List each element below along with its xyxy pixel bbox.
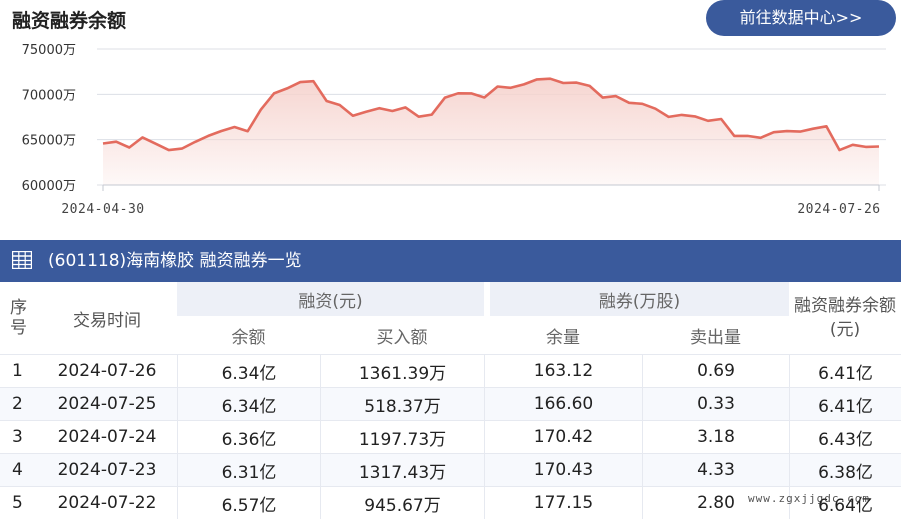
- cell-date: 2024-07-23: [37, 453, 177, 486]
- cell-financing-buy: 1317.43万: [320, 453, 484, 486]
- margin-balance-chart: 75000万 70000万 65000万 60000万 2024-04-30 2024-0…: [0, 36, 901, 226]
- cell-date: 2024-07-24: [37, 420, 177, 453]
- table-row: 3 2024-07-24 6.36亿 1197.73万 170.42 3.18 6.43亿: [0, 420, 901, 453]
- cell-financing-buy: 518.37万: [320, 387, 484, 420]
- header-financing-balance: 余额: [231, 327, 266, 348]
- data-center-button[interactable]: 前往数据中心>>: [706, 0, 896, 36]
- cell-financing-balance: 6.31亿: [177, 453, 320, 486]
- page-title: 融资融券余额: [12, 10, 127, 32]
- cell-index: 3: [0, 420, 37, 453]
- cell-total: 6.38亿: [789, 453, 901, 486]
- header-financing: 融资(元): [177, 282, 484, 316]
- cell-index: 4: [0, 453, 37, 486]
- cell-financing-balance: 6.57亿: [177, 486, 320, 519]
- chart-svg: 75000万 70000万 65000万 60000万 2024-04-30 2024-0…: [22, 43, 886, 217]
- header-index: 序号: [10, 298, 27, 338]
- cell-index: 2: [0, 387, 37, 420]
- y-tick-label: 70000万: [22, 88, 76, 103]
- cell-financing-buy: 1197.73万: [320, 420, 484, 453]
- cell-securities-sell: 0.33: [642, 387, 789, 420]
- cell-date: 2024-07-22: [37, 486, 177, 519]
- cell-securities-remaining: 177.15: [484, 486, 642, 519]
- cell-total: 6.41亿: [789, 387, 901, 420]
- cell-financing-buy: 1361.39万: [320, 354, 484, 387]
- table-row: 4 2024-07-23 6.31亿 1317.43万 170.43 4.33 6.38亿: [0, 453, 901, 486]
- cell-total: 6.41亿: [789, 354, 901, 387]
- cell-securities-remaining: 166.60: [484, 387, 642, 420]
- cell-financing-balance: 6.36亿: [177, 420, 320, 453]
- margin-trading-table: 序号 交易时间 融资(元) 融券(万股) 融资融券余额(元) 余额 买入额 余量…: [0, 282, 901, 519]
- cell-date: 2024-07-26: [37, 354, 177, 387]
- y-tick-label: 75000万: [22, 43, 76, 58]
- table-row: 2 2024-07-25 6.34亿 518.37万 166.60 0.33 6.41亿: [0, 387, 901, 420]
- cell-index: 1: [0, 354, 37, 387]
- table-header-bar: (601118)海南橡胶 融资融券一览: [0, 240, 901, 282]
- y-tick-label: 60000万: [22, 179, 76, 194]
- cell-securities-sell: 0.69: [642, 354, 789, 387]
- header-securities-sell: 卖出量: [690, 327, 741, 348]
- table-row: 1 2024-07-26 6.34亿 1361.39万 163.12 0.69 6.41亿: [0, 354, 901, 387]
- site-watermark: www.zgxjjgdc.com: [748, 492, 870, 505]
- cell-securities-sell: 4.33: [642, 453, 789, 486]
- cell-date: 2024-07-25: [37, 387, 177, 420]
- x-tick-label: 2024-04-30: [61, 202, 144, 217]
- cell-financing-balance: 6.34亿: [177, 354, 320, 387]
- header-total: 融资融券余额(元): [794, 296, 896, 340]
- header-date: 交易时间: [73, 310, 141, 331]
- cell-securities-remaining: 170.43: [484, 453, 642, 486]
- cell-index: 5: [0, 486, 37, 519]
- cell-securities-remaining: 163.12: [484, 354, 642, 387]
- header-financing-buy: 买入额: [376, 327, 428, 348]
- cell-financing-balance: 6.34亿: [177, 387, 320, 420]
- cell-total: 6.43亿: [789, 420, 901, 453]
- x-tick-label: 2024-07-26: [797, 202, 880, 217]
- header-securities-remaining: 余量: [546, 327, 580, 348]
- header-securities: 融券(万股): [484, 282, 789, 316]
- table-title: (601118)海南橡胶 融资融券一览: [48, 251, 302, 271]
- table-grid-icon: [12, 251, 32, 269]
- y-tick-label: 65000万: [22, 134, 76, 149]
- cell-financing-buy: 945.67万: [320, 486, 484, 519]
- cell-securities-sell: 3.18: [642, 420, 789, 453]
- cell-securities-remaining: 170.42: [484, 420, 642, 453]
